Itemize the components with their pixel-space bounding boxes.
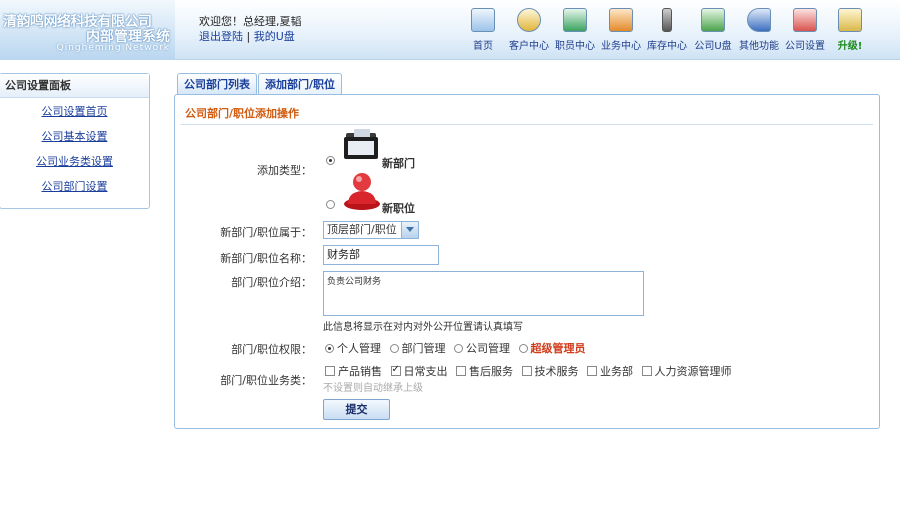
biz-option-tech-service[interactable]: 技术服务 (521, 364, 579, 378)
biz-checkbox[interactable] (456, 366, 466, 376)
department-folder-icon (342, 127, 380, 165)
position-person-icon (342, 170, 382, 210)
biz-checkbox[interactable] (587, 366, 597, 376)
intro-hint: 此信息将显示在对内对外公开位置请认真填写 (323, 322, 523, 333)
customer-icon (517, 8, 541, 32)
biz-option-daily-expense[interactable]: 日常支出 (390, 364, 448, 378)
nav-label: 其他功能 (739, 41, 779, 52)
tab-department-list[interactable]: 公司部门列表 (177, 73, 257, 95)
business-hint: 不设置则自动继承上级 (323, 383, 423, 394)
nav-label: 公司设置 (785, 41, 825, 52)
type-radio-position[interactable] (326, 200, 335, 209)
form-title: 公司部门/职位添加操作 (185, 107, 300, 120)
sidebar-title: 公司设置面板 (0, 74, 149, 98)
other-functions-icon (747, 8, 771, 32)
logo-english-name: Qingheming Network (56, 43, 170, 53)
settings-sidebar: 公司设置面板 公司设置首页 公司基本设置 公司业务类设置 公司部门设置 (0, 73, 150, 209)
parent-label: 新部门/职位属于： (220, 226, 312, 239)
biz-checkbox[interactable] (641, 366, 652, 376)
nav-item-company-settings[interactable]: 公司设置 (783, 8, 827, 56)
biz-option-after-sales[interactable]: 售后服务 (456, 364, 513, 378)
home-icon (471, 8, 495, 32)
permission-options: 个人管理 部门管理 公司管理 超级管理员 (325, 340, 591, 356)
sidebar-item-basic-settings[interactable]: 公司基本设置 (0, 124, 149, 149)
biz-option-business-dept[interactable]: 业务部 (587, 364, 633, 378)
biz-checkbox[interactable] (390, 364, 401, 376)
biz-checkbox[interactable] (521, 366, 532, 376)
nav-label: 公司U盘 (694, 41, 732, 52)
intro-textarea[interactable]: 负责公司财务 (323, 271, 644, 316)
business-options: 产品销售 日常支出 售后服务 技术服务 业务部 人力资源管理师 (325, 363, 737, 379)
chevron-down-icon[interactable] (401, 222, 418, 238)
perm-radio[interactable] (325, 343, 334, 353)
upgrade-icon (838, 8, 862, 32)
nav-label: 库存中心 (647, 41, 687, 52)
parent-select-value: 顶层部门/职位 (327, 223, 397, 236)
sidebar-item-settings-home[interactable]: 公司设置首页 (0, 99, 149, 124)
nav-label: 职员中心 (555, 41, 595, 52)
perm-option-department[interactable]: 部门管理 (389, 341, 446, 355)
intro-label: 部门/职位介绍： (231, 276, 312, 289)
nav-item-upgrade[interactable]: 升级! (831, 8, 869, 56)
nav-item-other[interactable]: 其他功能 (737, 8, 781, 56)
top-header: 清韵鸣网络科技有限公司 内部管理系统 Qingheming Network 欢迎… (0, 0, 900, 60)
type-option-department: 新部门 (382, 157, 415, 170)
perm-option-super-admin[interactable]: 超级管理员 (518, 341, 586, 355)
my-disk-link[interactable]: 我的U盘 (254, 30, 295, 43)
perm-radio[interactable] (389, 343, 399, 353)
main-nav: 首页 客户中心 职员中心 业务中心 库存中心 公司U盘 其他功能 公司设置 升级… (464, 8, 874, 56)
business-icon (609, 8, 633, 32)
nav-label: 客户中心 (509, 41, 549, 52)
company-settings-icon (793, 8, 817, 32)
logout-link[interactable]: 退出登陆 (199, 30, 243, 43)
usb-disk-icon (701, 8, 725, 32)
sidebar-item-business-settings[interactable]: 公司业务类设置 (0, 149, 149, 174)
perm-radio[interactable] (518, 343, 528, 353)
welcome-area: 欢迎您！总经理,夏韬 退出登陆 | 我的U盘 (199, 14, 302, 44)
permission-label: 部门/职位权限： (231, 343, 312, 356)
nav-item-inventory[interactable]: 库存中心 (645, 8, 689, 56)
type-radio-department[interactable] (326, 156, 335, 165)
nav-item-customer[interactable]: 客户中心 (507, 8, 551, 56)
nav-item-home[interactable]: 首页 (464, 8, 502, 56)
biz-checkbox[interactable] (325, 366, 335, 376)
tab-add-department[interactable]: 添加部门/职位 (258, 73, 343, 95)
company-logo: 清韵鸣网络科技有限公司 内部管理系统 Qingheming Network (0, 0, 175, 60)
perm-option-personal[interactable]: 个人管理 (325, 341, 381, 355)
type-label: 添加类型： (257, 164, 312, 177)
perm-radio[interactable] (454, 343, 463, 353)
perm-option-company[interactable]: 公司管理 (454, 341, 510, 355)
parent-select[interactable]: 顶层部门/职位 (323, 221, 419, 239)
nav-label: 升级! (837, 41, 863, 52)
biz-option-sales[interactable]: 产品销售 (325, 364, 382, 378)
staff-icon (563, 8, 587, 32)
type-option-position: 新职位 (382, 202, 415, 215)
link-separator: | (246, 30, 251, 43)
title-divider (181, 124, 873, 125)
inventory-icon (662, 8, 672, 32)
business-label: 部门/职位业务类： (220, 374, 312, 387)
nav-item-usb-disk[interactable]: 公司U盘 (691, 8, 735, 56)
nav-item-business[interactable]: 业务中心 (599, 8, 643, 56)
nav-item-staff[interactable]: 职员中心 (553, 8, 597, 56)
name-label: 新部门/职位名称： (220, 252, 312, 265)
nav-label: 首页 (473, 41, 493, 52)
name-input[interactable]: 财务部 (323, 245, 439, 265)
welcome-text: 欢迎您！总经理,夏韬 (199, 15, 302, 28)
sidebar-item-department-settings[interactable]: 公司部门设置 (0, 174, 149, 199)
biz-option-hr[interactable]: 人力资源管理师 (641, 364, 732, 378)
nav-label: 业务中心 (601, 41, 641, 52)
submit-button[interactable]: 提交 (323, 399, 390, 420)
